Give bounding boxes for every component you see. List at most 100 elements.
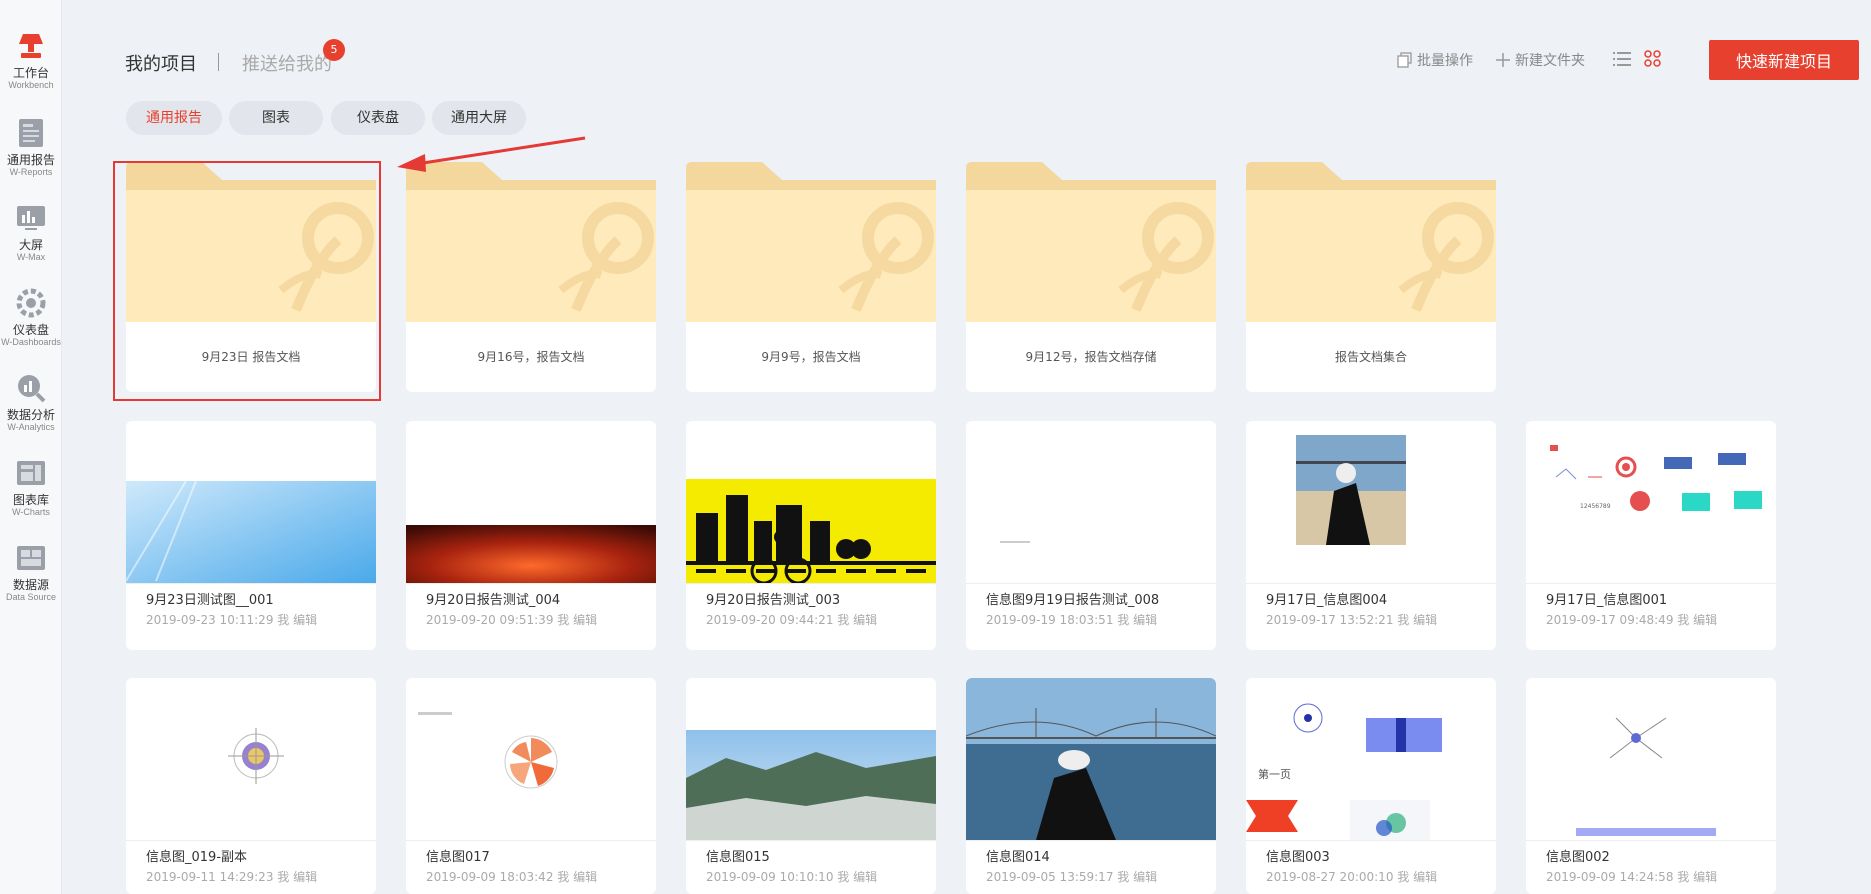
sidebar-item-label: 仪表盘 <box>12 323 49 337</box>
sidebar: 工作台 Workbench 通用报告 W-Reports 大屏 W-Max 仪表… <box>0 0 62 894</box>
project-thumbnail <box>126 678 376 840</box>
sidebar-item-sublabel: W-Analytics <box>7 422 55 432</box>
plus-icon <box>1496 53 1510 67</box>
tab-pushed-to-me[interactable]: 推送给我的 <box>242 50 332 76</box>
project-meta: 2019-09-17 13:52:21 我 编辑 <box>1266 613 1438 627</box>
blank-infographic-image <box>1000 541 1030 543</box>
card-divider <box>686 583 936 584</box>
project-title: 9月17日_信息图001 <box>1546 593 1668 608</box>
sidebar-item-screen[interactable]: 大屏 W-Max <box>0 202 62 263</box>
project-card[interactable]: 9月23日测试图__001 2019-09-23 10:11:29 我 编辑 <box>126 421 376 650</box>
card-divider <box>126 583 376 584</box>
batch-operation-button[interactable]: 批量操作 <box>1397 50 1473 70</box>
charts-icon <box>17 461 45 485</box>
project-card[interactable]: 信息图017 2019-09-09 18:03:42 我 编辑 <box>406 678 656 894</box>
card-divider <box>1246 583 1496 584</box>
dashboard-icon <box>16 288 46 318</box>
watermark-logo-icon <box>1398 202 1494 312</box>
project-card[interactable]: 9月20日报告测试_004 2019-09-20 09:51:39 我 编辑 <box>406 421 656 650</box>
card-divider <box>406 583 656 584</box>
project-title: 信息图017 <box>426 850 490 865</box>
project-thumbnail <box>126 421 376 583</box>
sidebar-item-sublabel: W-Reports <box>9 167 53 177</box>
card-divider <box>966 583 1216 584</box>
folder-name: 报告文档集合 <box>1246 322 1496 392</box>
tab-my-projects[interactable]: 我的项目 <box>125 50 197 76</box>
city-bicycle-image <box>686 479 936 583</box>
thumb-number-label: 12456789 <box>1580 503 1611 510</box>
sidebar-item-label: 数据源 <box>12 578 49 592</box>
project-card[interactable]: 9月17日_信息图004 2019-09-17 13:52:21 我 编辑 <box>1246 421 1496 650</box>
sidebar-item-label: 通用报告 <box>6 153 55 167</box>
rose-chart-image <box>418 712 558 789</box>
project-title: 信息图002 <box>1546 850 1610 865</box>
folder-body <box>1246 180 1496 322</box>
category-tab-screens[interactable]: 通用大屏 <box>432 101 526 135</box>
project-thumbnail <box>1246 421 1496 583</box>
sidebar-item-reports[interactable]: 通用报告 W-Reports <box>0 117 62 178</box>
fire-image <box>406 525 656 583</box>
datasource-icon <box>17 546 45 570</box>
project-card[interactable]: 信息图_019-副本 2019-09-11 14:29:23 我 编辑 <box>126 678 376 894</box>
beach-photo-image <box>1296 435 1406 545</box>
sidebar-item-sublabel: Workbench <box>8 80 54 90</box>
project-card[interactable]: 信息图002 2019-09-09 14:24:58 我 编辑 <box>1526 678 1776 894</box>
folder-card[interactable]: 9月12号，报告文档存储 <box>966 162 1216 392</box>
card-divider <box>1246 840 1496 841</box>
category-tab-dashboards[interactable]: 仪表盘 <box>331 101 425 135</box>
project-card[interactable]: 信息图015 2019-09-09 10:10:10 我 编辑 <box>686 678 936 894</box>
new-folder-button[interactable]: 新建文件夹 <box>1495 50 1585 70</box>
sidebar-item-label: 大屏 <box>18 238 43 252</box>
folder-strip <box>406 180 656 190</box>
annotation-arrow-icon <box>397 136 586 172</box>
project-card[interactable]: 第一页 信息图003 2019-08-27 20:00:10 我 编辑 <box>1246 678 1496 894</box>
sidebar-item-analytics[interactable]: 数据分析 W-Analytics <box>0 372 62 433</box>
sidebar-item-charts[interactable]: 图表库 W-Charts <box>0 457 62 518</box>
list-view-icon[interactable] <box>1613 51 1631 67</box>
notification-badge: 5 <box>323 39 345 61</box>
quick-new-project-button[interactable]: 快速新建项目 <box>1709 40 1859 80</box>
folder-card[interactable]: 报告文档集合 <box>1246 162 1496 392</box>
project-title: 9月17日_信息图004 <box>1266 593 1388 608</box>
project-thumbnail <box>686 421 936 583</box>
sidebar-item-workbench[interactable]: 工作台 Workbench <box>0 30 62 91</box>
folder-card[interactable]: 9月9号，报告文档 <box>686 162 936 392</box>
landscape-photo-image <box>686 730 936 840</box>
project-meta: 2019-09-09 18:03:42 我 编辑 <box>426 870 598 884</box>
analytics-icon <box>18 375 46 403</box>
project-meta: 2019-08-27 20:00:10 我 编辑 <box>1266 870 1438 884</box>
new-folder-label: 新建文件夹 <box>1515 53 1585 69</box>
batch-operation-label: 批量操作 <box>1417 53 1473 69</box>
project-card[interactable]: 12456789 9月17日_信息图001 2019-09-17 09:48:49 … <box>1526 421 1776 650</box>
folder-name: 9月16号，报告文档 <box>406 322 656 392</box>
folder-strip <box>1246 180 1496 190</box>
project-title: 9月20日报告测试_004 <box>426 593 561 608</box>
radar-chart-image <box>228 728 284 784</box>
folder-card[interactable]: 9月16号，报告文档 <box>406 162 656 392</box>
project-card[interactable]: 9月20日报告测试_003 2019-09-20 09:44:21 我 编辑 <box>686 421 936 650</box>
project-card[interactable]: 信息图9月19日报告测试_008 2019-09-19 18:03:51 我 编辑 <box>966 421 1216 650</box>
project-meta: 2019-09-17 09:48:49 我 编辑 <box>1546 613 1718 627</box>
project-card[interactable]: 信息图014 2019-09-05 13:59:17 我 编辑 <box>966 678 1216 894</box>
project-meta: 2019-09-11 14:29:23 我 编辑 <box>146 870 318 884</box>
card-divider <box>1526 583 1776 584</box>
infographic-page-image: 第一页 <box>1246 703 1442 840</box>
radial-chart-image <box>1576 717 1716 836</box>
project-title: 信息图_019-副本 <box>146 850 248 865</box>
grid-view-icon[interactable] <box>1644 50 1661 67</box>
folder-name: 9月9号，报告文档 <box>686 322 936 392</box>
folder-name: 9月12号，报告文档存储 <box>966 322 1216 392</box>
tab-divider <box>218 53 219 71</box>
category-tab-charts[interactable]: 图表 <box>229 101 323 135</box>
sky-image <box>126 480 376 583</box>
project-thumbnail <box>686 678 936 840</box>
sidebar-item-dashboards[interactable]: 仪表盘 W-Dashboards <box>0 287 62 348</box>
project-title: 信息图015 <box>706 850 770 865</box>
folder-strip <box>966 180 1216 190</box>
project-meta: 2019-09-09 14:24:58 我 编辑 <box>1546 870 1718 884</box>
project-title: 9月23日测试图__001 <box>146 593 274 608</box>
category-tab-reports[interactable]: 通用报告 <box>126 101 222 135</box>
card-divider <box>1526 840 1776 841</box>
sidebar-item-datasource[interactable]: 数据源 Data Source <box>0 542 62 603</box>
sidebar-item-label: 图表库 <box>12 493 49 507</box>
